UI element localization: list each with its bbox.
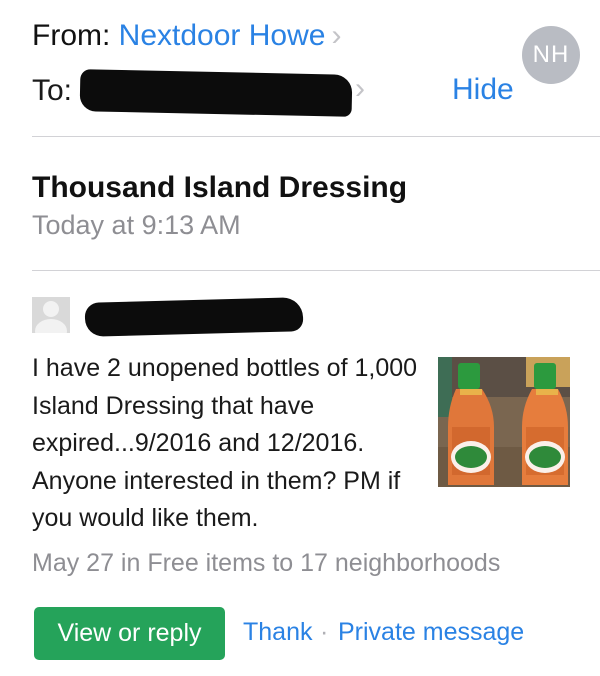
dressing-bottles-photo[interactable]: [438, 357, 570, 487]
from-label: From:: [32, 19, 111, 52]
post-meta: May 27 in Free items to 17 neighborhoods: [32, 549, 501, 577]
subject-heading: Thousand Island Dressing: [32, 171, 408, 204]
chevron-right-icon[interactable]: ›: [331, 19, 341, 52]
view-or-reply-button[interactable]: View or reply: [34, 607, 225, 660]
post-body-text: I have 2 unopened bottles of 1,000 Islan…: [32, 354, 418, 532]
hide-link[interactable]: Hide: [452, 73, 514, 107]
poster-avatar-icon: [32, 297, 70, 333]
redacted-recipient: [79, 69, 353, 117]
redacted-poster-name: [84, 297, 304, 337]
action-separator: ·: [320, 618, 329, 646]
private-message-link[interactable]: Private message: [338, 618, 524, 647]
email-header: From: Nextdoor Howe › NH To: › Hide: [0, 0, 600, 136]
to-label: To:: [32, 74, 73, 107]
sender-avatar[interactable]: NH: [522, 26, 580, 84]
thank-link[interactable]: Thank: [243, 618, 312, 647]
subject-divider: [32, 270, 600, 271]
header-divider: [32, 136, 600, 137]
from-line: From: Nextdoor Howe ›: [32, 18, 341, 54]
message-date: Today at 9:13 AM: [32, 210, 241, 240]
sender-name-link[interactable]: Nextdoor Howe: [119, 19, 326, 52]
recipient-chevron-icon[interactable]: ›: [355, 72, 365, 106]
